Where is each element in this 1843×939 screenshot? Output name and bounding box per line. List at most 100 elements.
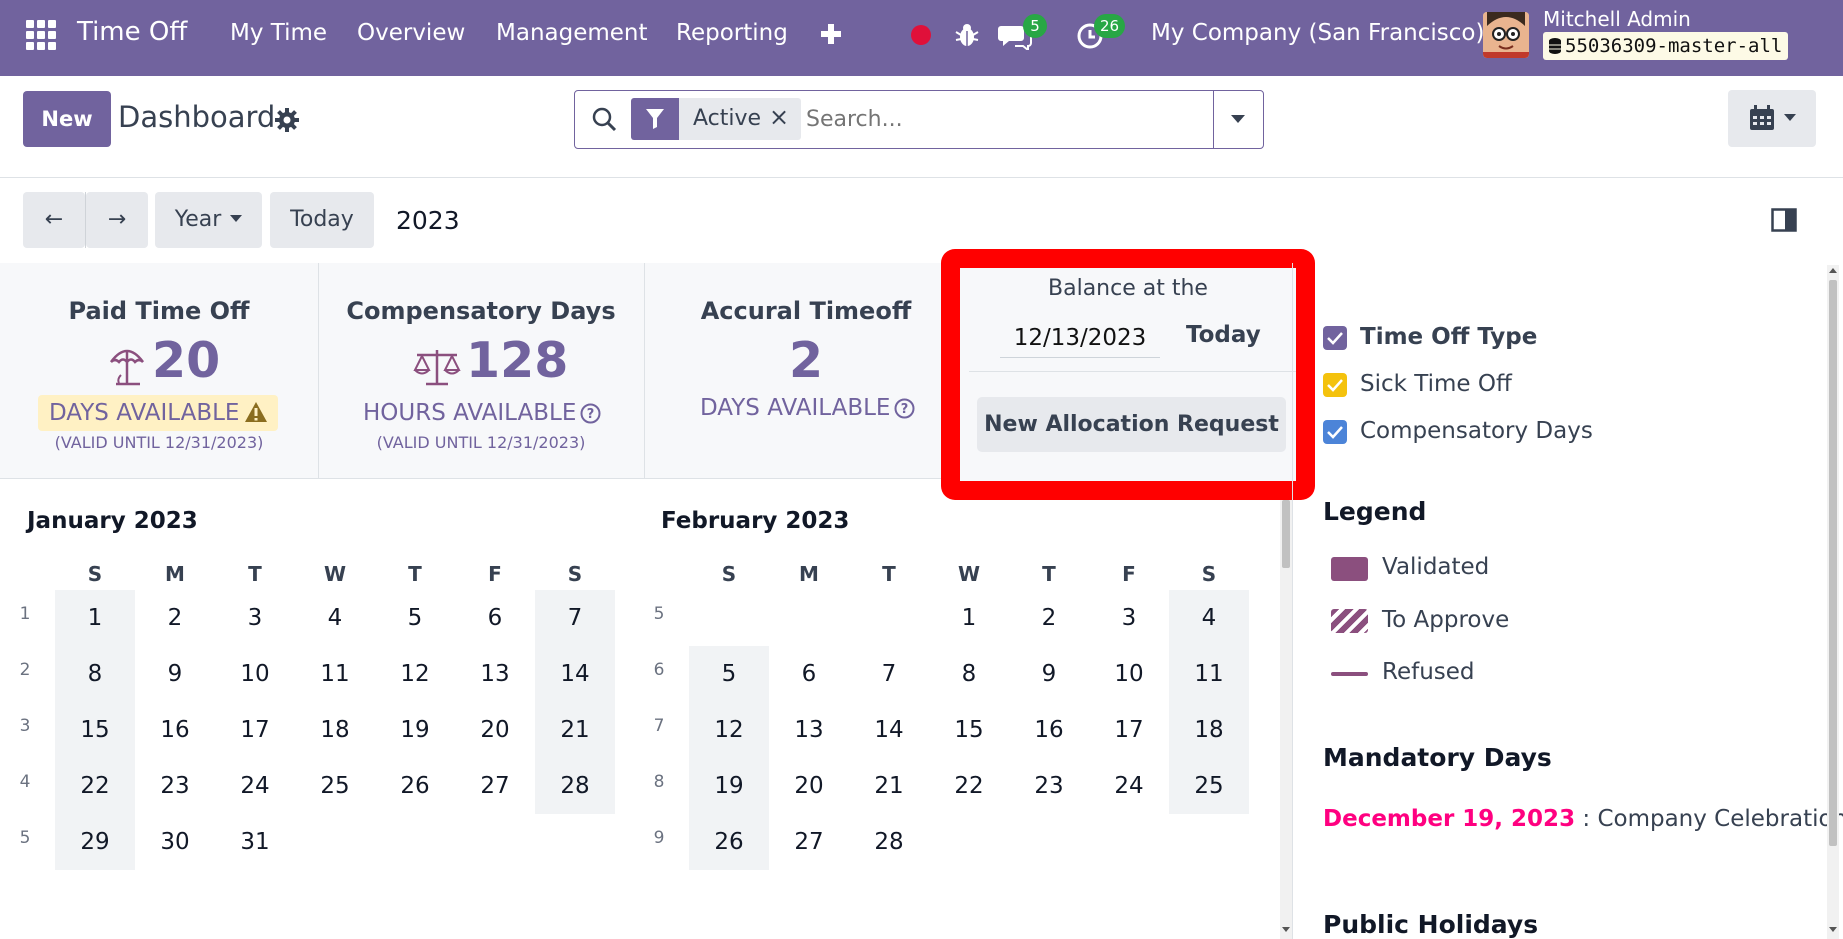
scale-dropdown-button[interactable]: Year — [155, 192, 262, 248]
app-menu-icon[interactable] — [26, 20, 56, 50]
calendar-day[interactable]: 3 — [1089, 590, 1169, 646]
bug-icon[interactable] — [955, 22, 979, 48]
calendar-day[interactable]: 1 — [55, 590, 135, 646]
help-icon[interactable]: ? — [894, 398, 915, 419]
calendar-day[interactable]: 1 — [929, 590, 1009, 646]
calendar-day[interactable]: 2 — [135, 590, 215, 646]
calendar-day[interactable]: 24 — [1089, 758, 1169, 814]
calendar-day[interactable]: 10 — [215, 646, 295, 702]
calendar-day[interactable]: 12 — [689, 702, 769, 758]
calendar-day[interactable]: 19 — [375, 702, 455, 758]
calendar-day[interactable]: 26 — [689, 814, 769, 870]
menu-overview[interactable]: Overview — [357, 20, 465, 46]
filter-checkbox-sick-time-off[interactable] — [1323, 373, 1347, 397]
calendar-day[interactable]: 5 — [689, 646, 769, 702]
calendar-day[interactable]: 31 — [215, 814, 295, 870]
calendar-scrollbar-thumb[interactable] — [1282, 500, 1290, 568]
calendar-day[interactable]: 13 — [769, 702, 849, 758]
calendar-day[interactable]: 20 — [455, 702, 535, 758]
menu-reporting[interactable]: Reporting — [676, 20, 788, 46]
calendar-day[interactable]: 5 — [375, 590, 455, 646]
help-icon[interactable]: ? — [580, 403, 601, 424]
calendar-day[interactable]: 13 — [455, 646, 535, 702]
calendar-day[interactable]: 21 — [849, 758, 929, 814]
calendar-day[interactable]: 17 — [215, 702, 295, 758]
search-icon[interactable] — [591, 106, 617, 132]
week-number: 5 — [653, 604, 665, 624]
filter-heading-time-off-type[interactable]: Time Off Type — [1360, 324, 1537, 350]
calendar-day[interactable]: 10 — [1089, 646, 1169, 702]
calendar-day[interactable]: 12 — [375, 646, 455, 702]
user-name[interactable]: Mitchell Admin — [1543, 7, 1691, 31]
company-switcher[interactable]: My Company (San Francisco) — [1151, 20, 1484, 46]
calendar-day[interactable]: 15 — [55, 702, 135, 758]
calendar-day[interactable]: 26 — [375, 758, 455, 814]
view-switcher-button[interactable] — [1728, 90, 1816, 147]
calendar-day[interactable]: 24 — [215, 758, 295, 814]
facet-remove-icon[interactable]: × — [769, 103, 789, 131]
calendar-day[interactable]: 14 — [849, 702, 929, 758]
calendar-day[interactable]: 21 — [535, 702, 615, 758]
today-button[interactable]: Today — [270, 192, 374, 248]
calendar-day[interactable]: 27 — [455, 758, 535, 814]
calendar-day[interactable]: 6 — [769, 646, 849, 702]
side-panel-toggle-icon[interactable] — [1771, 208, 1797, 232]
recording-dot-icon[interactable] — [910, 24, 932, 46]
menu-my-time[interactable]: My Time — [230, 20, 327, 46]
calendar-day[interactable]: 2 — [1009, 590, 1089, 646]
calendar-day[interactable]: 8 — [55, 646, 135, 702]
calendar-day[interactable]: 4 — [1169, 590, 1249, 646]
calendar-day[interactable]: 23 — [1009, 758, 1089, 814]
calendar-day[interactable]: 9 — [1009, 646, 1089, 702]
calendar-day[interactable]: 7 — [849, 646, 929, 702]
calendar-day[interactable]: 23 — [135, 758, 215, 814]
calendar-day[interactable]: 7 — [535, 590, 615, 646]
filter-checkbox-time-off-type[interactable] — [1323, 326, 1347, 350]
new-button[interactable]: New — [23, 91, 111, 147]
calendar-day[interactable]: 15 — [929, 702, 1009, 758]
gear-icon[interactable] — [275, 108, 299, 132]
calendar-day[interactable]: 28 — [849, 814, 929, 870]
filter-checkbox-compensatory-days[interactable] — [1323, 420, 1347, 444]
calendar-day[interactable]: 25 — [295, 758, 375, 814]
calendar-day[interactable]: 11 — [1169, 646, 1249, 702]
filter-label-compensatory-days[interactable]: Compensatory Days — [1360, 418, 1593, 444]
next-period-button[interactable]: → — [86, 192, 148, 248]
search-input[interactable] — [806, 100, 1206, 138]
previous-period-button[interactable]: ← — [23, 192, 85, 248]
calendar-day[interactable]: 16 — [135, 702, 215, 758]
calendar-day[interactable]: 28 — [535, 758, 615, 814]
scroll-down-arrow-icon[interactable] — [1281, 926, 1291, 934]
calendar-day[interactable]: 30 — [135, 814, 215, 870]
filter-label-sick-time-off[interactable]: Sick Time Off — [1360, 371, 1512, 397]
calendar-day[interactable]: 22 — [55, 758, 135, 814]
calendar-day[interactable]: 4 — [295, 590, 375, 646]
app-name[interactable]: Time Off — [77, 17, 187, 47]
database-name: 55036309-master-all — [1565, 35, 1783, 57]
plus-icon[interactable] — [820, 23, 842, 45]
calendar-day[interactable]: 20 — [769, 758, 849, 814]
calendar-day[interactable]: 22 — [929, 758, 1009, 814]
calendar-day[interactable]: 14 — [535, 646, 615, 702]
calendar-day[interactable]: 16 — [1009, 702, 1089, 758]
avatar[interactable] — [1483, 12, 1529, 58]
week-number: 1 — [19, 604, 31, 624]
calendar-day[interactable]: 29 — [55, 814, 135, 870]
scroll-up-arrow-icon[interactable] — [1828, 266, 1838, 274]
calendar-day[interactable]: 18 — [295, 702, 375, 758]
calendar-day[interactable]: 27 — [769, 814, 849, 870]
scroll-down-arrow-icon[interactable] — [1828, 926, 1838, 934]
calendar-day[interactable]: 6 — [455, 590, 535, 646]
accural-timeoff-value: 2 — [788, 332, 824, 389]
calendar-day[interactable]: 17 — [1089, 702, 1169, 758]
calendar-day[interactable]: 18 — [1169, 702, 1249, 758]
calendar-day[interactable]: 3 — [215, 590, 295, 646]
menu-management[interactable]: Management — [496, 20, 648, 46]
calendar-day[interactable]: 11 — [295, 646, 375, 702]
calendar-day[interactable]: 25 — [1169, 758, 1249, 814]
calendar-day[interactable]: 8 — [929, 646, 1009, 702]
side-panel-scrollbar-thumb[interactable] — [1829, 280, 1837, 846]
calendar-day[interactable]: 9 — [135, 646, 215, 702]
calendar-day[interactable]: 19 — [689, 758, 769, 814]
search-dropdown-toggle-icon[interactable] — [1228, 112, 1248, 126]
